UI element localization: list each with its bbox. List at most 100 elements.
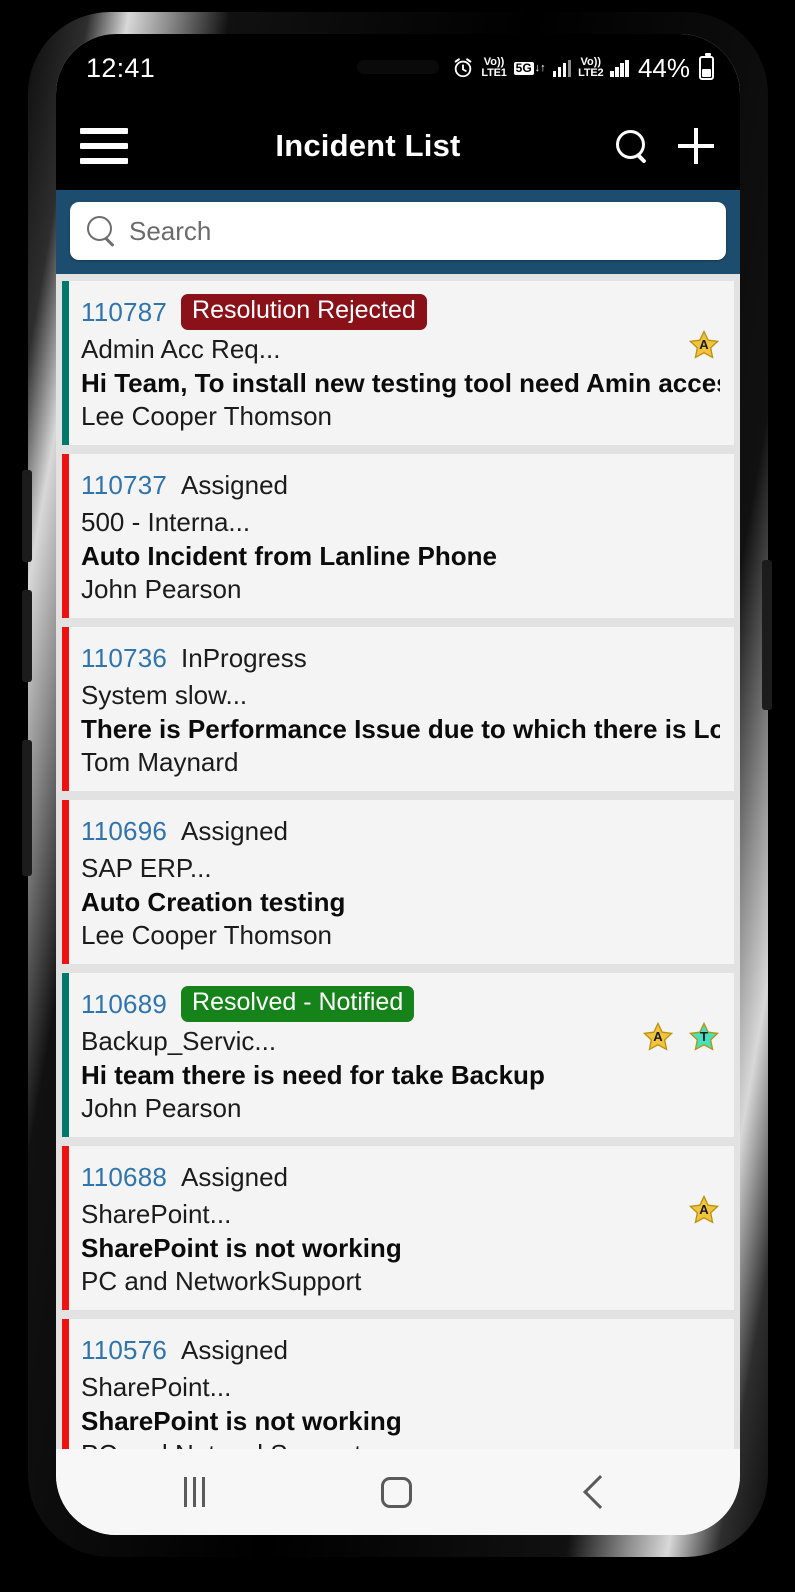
volume-down-button[interactable] bbox=[22, 590, 32, 682]
search-bar-container bbox=[56, 190, 740, 274]
incident-subject: SAP ERP... bbox=[81, 853, 212, 883]
incident-flags: A bbox=[688, 1194, 720, 1226]
incident-list-item[interactable]: 110576 Assigned SharePoint... SharePoint is… bbox=[62, 1319, 734, 1449]
status-bar: 12:41 Vo)) LTE1 5G ↓↑ Vo)) LTE2 44% bbox=[56, 34, 740, 102]
incident-description: There is Performance Issue due to which … bbox=[81, 714, 720, 744]
incident-id: 110736 bbox=[81, 642, 168, 673]
incident-list-item[interactable]: 110787 Resolution Rejected Admin Acc Req..… bbox=[62, 281, 734, 445]
status-badge: Assigned bbox=[181, 1334, 288, 1365]
search-icon[interactable] bbox=[614, 129, 648, 163]
magnifier-icon bbox=[86, 216, 116, 246]
app-bar: Incident List bbox=[56, 102, 740, 190]
incident-header-row: 110737 Assigned bbox=[81, 466, 720, 504]
status-clock: 12:41 bbox=[86, 52, 156, 83]
incident-id: 110696 bbox=[81, 815, 168, 846]
search-input[interactable] bbox=[129, 215, 710, 247]
status-badge: Assigned bbox=[181, 815, 288, 846]
incident-assignee: PC and NetworkSupport bbox=[81, 1266, 362, 1296]
volte2-icon: Vo)) LTE2 bbox=[578, 56, 604, 79]
battery-icon bbox=[699, 53, 714, 80]
flag-star-a-icon[interactable]: A bbox=[688, 329, 720, 361]
incident-list-item[interactable]: 110737 Assigned 500 - Interna... Auto Incid… bbox=[62, 454, 734, 618]
incident-subject: Admin Acc Req... bbox=[81, 334, 281, 364]
incident-subject: SharePoint... bbox=[81, 1199, 232, 1229]
incident-id: 110689 bbox=[81, 988, 168, 1019]
incident-assignee: John Pearson bbox=[81, 574, 242, 604]
incident-header-row: 110688 Assigned bbox=[81, 1158, 720, 1196]
flag-star-a-icon[interactable]: A bbox=[688, 1194, 720, 1226]
incident-header-row: 110576 Assigned bbox=[81, 1331, 720, 1369]
status-badge: Assigned bbox=[181, 469, 288, 500]
incident-header-row: 110736 InProgress bbox=[81, 639, 720, 677]
back-icon[interactable] bbox=[583, 1475, 617, 1509]
incident-subject: Backup_Servic... bbox=[81, 1026, 277, 1056]
incident-list-item[interactable]: 110696 Assigned SAP ERP... Auto Creation te… bbox=[62, 800, 734, 964]
hamburger-menu-icon[interactable] bbox=[80, 128, 128, 164]
signal-bars-sim1-icon bbox=[552, 59, 572, 77]
power-button[interactable] bbox=[22, 740, 32, 876]
incident-subject: 500 - Interna... bbox=[81, 507, 251, 537]
incident-card-body: 110736 InProgress System slow... There is P… bbox=[69, 627, 734, 791]
priority-accent-bar bbox=[62, 1146, 69, 1310]
incident-description: Hi team there is need for take Backup bbox=[81, 1060, 545, 1090]
recents-icon[interactable] bbox=[184, 1477, 205, 1507]
side-key-button[interactable] bbox=[762, 560, 772, 710]
battery-percent-label: 44% bbox=[637, 52, 690, 83]
priority-accent-bar bbox=[62, 1319, 69, 1449]
incident-subject: System slow... bbox=[81, 680, 248, 710]
incident-card-body: 110737 Assigned 500 - Interna... Auto Incid… bbox=[69, 454, 734, 618]
incident-assignee: Lee Cooper Thomson bbox=[81, 401, 333, 431]
signal-bars-sim2-icon bbox=[610, 59, 629, 77]
flag-star-t-icon[interactable]: T bbox=[688, 1021, 720, 1053]
volte1-icon: Vo)) LTE1 bbox=[481, 56, 507, 79]
incident-card-body: 110787 Resolution Rejected Admin Acc Req..… bbox=[69, 281, 734, 445]
incident-assignee: Lee Cooper Thomson bbox=[81, 920, 333, 950]
incident-assignee: PC and NetworkSupport bbox=[81, 1439, 720, 1449]
home-icon[interactable] bbox=[381, 1476, 412, 1508]
incident-flags: A bbox=[688, 329, 720, 361]
incident-flags: AT bbox=[642, 1021, 720, 1053]
incident-id: 110787 bbox=[81, 296, 168, 327]
incident-description: SharePoint is not working bbox=[81, 1233, 402, 1263]
status-icons: Vo)) LTE1 5G ↓↑ Vo)) LTE2 44% bbox=[452, 53, 714, 84]
phone-screen: 12:41 Vo)) LTE1 5G ↓↑ Vo)) LTE2 44% Inci… bbox=[56, 34, 740, 1535]
status-badge: Resolution Rejected bbox=[181, 294, 427, 330]
priority-accent-bar bbox=[62, 627, 69, 791]
phone-frame: 12:41 Vo)) LTE1 5G ↓↑ Vo)) LTE2 44% Inci… bbox=[0, 0, 795, 1592]
priority-accent-bar bbox=[62, 800, 69, 964]
status-badge: Assigned bbox=[181, 1161, 288, 1192]
incident-description: SharePoint is not working bbox=[81, 1406, 402, 1436]
incident-list-item[interactable]: 110689 Resolved - Notified Backup_Servic..… bbox=[62, 973, 734, 1137]
search-box[interactable] bbox=[70, 202, 726, 260]
priority-accent-bar bbox=[62, 973, 69, 1137]
page-title: Incident List bbox=[275, 128, 461, 163]
incident-description: Auto Creation testing bbox=[81, 887, 346, 917]
incident-assignee: John Pearson bbox=[81, 1093, 242, 1123]
app-bar-actions bbox=[614, 128, 714, 164]
incident-list-item[interactable]: 110736 InProgress System slow... There is P… bbox=[62, 627, 734, 791]
incident-card-body: 110688 Assigned SharePoint... SharePoint is… bbox=[69, 1146, 734, 1310]
alarm-clock-icon bbox=[452, 57, 474, 79]
5g-network-icon: 5G ↓↑ bbox=[513, 60, 546, 75]
incident-id: 110576 bbox=[81, 1334, 168, 1365]
incident-card-body: 110689 Resolved - Notified Backup_Servic..… bbox=[69, 973, 734, 1137]
incident-id: 110688 bbox=[81, 1161, 168, 1192]
incident-header-row: 110696 Assigned bbox=[81, 812, 720, 850]
incident-id: 110737 bbox=[81, 469, 168, 500]
status-badge: Resolved - Notified bbox=[181, 986, 415, 1022]
incident-header-row: 110689 Resolved - Notified bbox=[81, 985, 720, 1023]
flag-star-a-icon[interactable]: A bbox=[642, 1021, 674, 1053]
android-navigation-bar bbox=[56, 1449, 740, 1535]
incident-description: Hi Team, To install new testing tool nee… bbox=[81, 368, 720, 398]
priority-accent-bar bbox=[62, 281, 69, 445]
incident-list[interactable]: 110787 Resolution Rejected Admin Acc Req..… bbox=[56, 274, 740, 1449]
incident-card-body: 110576 Assigned SharePoint... SharePoint is… bbox=[69, 1319, 734, 1450]
incident-card-body: 110696 Assigned SAP ERP... Auto Creation te… bbox=[69, 800, 734, 964]
incident-description: Auto Incident from Lanline Phone bbox=[81, 541, 497, 571]
incident-subject: SharePoint... bbox=[81, 1372, 232, 1402]
incident-header-row: 110787 Resolution Rejected bbox=[81, 293, 720, 331]
volume-up-button[interactable] bbox=[22, 470, 32, 562]
add-incident-button[interactable] bbox=[678, 128, 714, 164]
incident-list-item[interactable]: 110688 Assigned SharePoint... SharePoint is… bbox=[62, 1146, 734, 1310]
camera-notch bbox=[357, 60, 439, 74]
